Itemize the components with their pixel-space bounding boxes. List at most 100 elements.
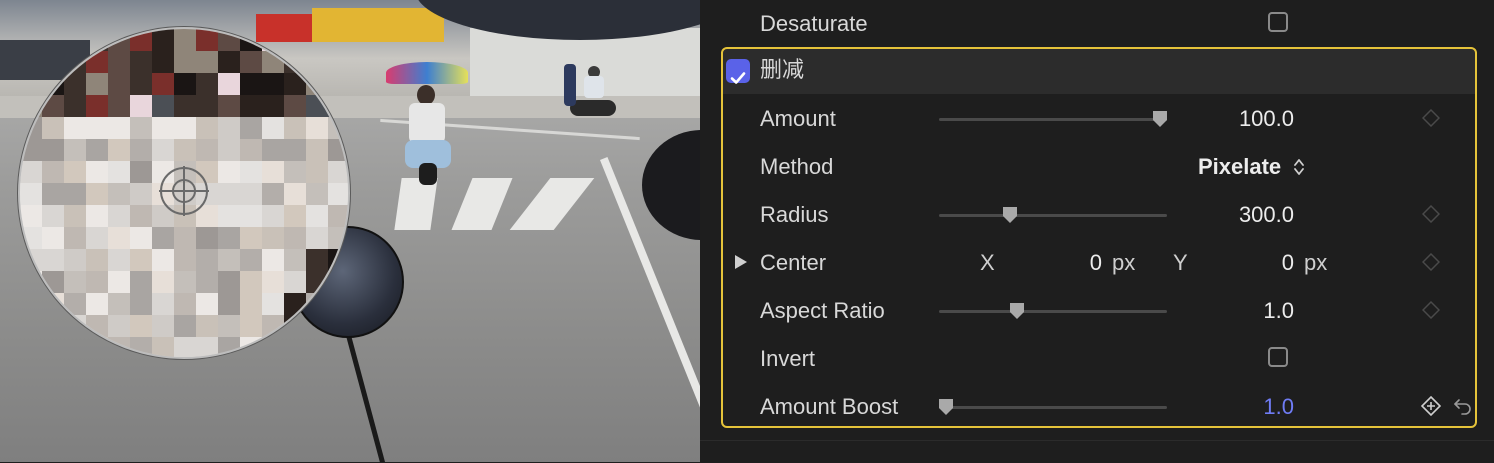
pixel-block bbox=[130, 51, 152, 73]
amount-slider-thumb[interactable] bbox=[1152, 110, 1168, 128]
pixel-block bbox=[240, 205, 262, 227]
center-x-value[interactable]: 0 bbox=[1060, 239, 1102, 287]
pixel-block bbox=[108, 293, 130, 315]
pixel-block bbox=[328, 73, 348, 95]
pixel-block bbox=[284, 117, 306, 139]
amount-row: Amount 100.0 bbox=[700, 95, 1494, 143]
pixel-block bbox=[108, 161, 130, 183]
aspect-ratio-slider-track[interactable] bbox=[939, 310, 1167, 313]
pixel-block bbox=[240, 315, 262, 337]
aspect-ratio-slider-thumb[interactable] bbox=[1009, 302, 1025, 320]
pixel-block bbox=[64, 337, 86, 357]
center-x-label: X bbox=[980, 250, 995, 275]
pixel-block bbox=[240, 227, 262, 249]
method-value: Pixelate bbox=[1198, 154, 1282, 179]
pixel-block bbox=[152, 117, 174, 139]
umbrella-canopy bbox=[386, 62, 468, 84]
pixel-block bbox=[86, 161, 108, 183]
diamond-icon[interactable] bbox=[1422, 253, 1440, 271]
pixel-block bbox=[86, 117, 108, 139]
pixel-block bbox=[218, 139, 240, 161]
pixel-block bbox=[152, 73, 174, 95]
aspect-ratio-value[interactable]: 1.0 bbox=[1174, 287, 1294, 335]
radius-value[interactable]: 300.0 bbox=[1174, 191, 1294, 239]
aspect-ratio-row: Aspect Ratio 1.0 bbox=[700, 287, 1494, 335]
pixel-block bbox=[262, 337, 284, 357]
pixel-block bbox=[130, 95, 152, 117]
pixel-block bbox=[174, 95, 196, 117]
radius-slider-track[interactable] bbox=[939, 214, 1167, 217]
amount-slider-track[interactable] bbox=[939, 118, 1167, 121]
aspect-ratio-label: Aspect Ratio bbox=[760, 298, 885, 323]
pixel-block bbox=[262, 29, 284, 51]
pixel-block bbox=[20, 95, 42, 117]
diamond-plus-icon[interactable] bbox=[1421, 396, 1441, 416]
desaturate-checkbox[interactable] bbox=[1268, 12, 1288, 32]
diamond-icon[interactable] bbox=[1422, 205, 1440, 223]
pixel-block bbox=[86, 51, 108, 73]
foreground-dark-object bbox=[642, 130, 700, 240]
pixel-block bbox=[20, 29, 42, 51]
video-viewer[interactable] bbox=[0, 0, 700, 462]
pixel-block bbox=[218, 315, 240, 337]
pixel-block bbox=[328, 249, 348, 271]
amount-boost-slider-track[interactable] bbox=[939, 406, 1167, 409]
pixel-block bbox=[130, 117, 152, 139]
pixel-block bbox=[284, 183, 306, 205]
pixel-block bbox=[20, 117, 42, 139]
pixel-block bbox=[86, 95, 108, 117]
pixel-block bbox=[174, 29, 196, 51]
pixel-block bbox=[152, 29, 174, 51]
pixel-block bbox=[152, 139, 174, 161]
pixel-block bbox=[130, 271, 152, 293]
amount-boost-value[interactable]: 1.0 bbox=[1174, 383, 1294, 431]
invert-checkbox[interactable] bbox=[1268, 347, 1288, 367]
pixel-block bbox=[86, 183, 108, 205]
pixel-block bbox=[328, 337, 348, 357]
pixel-block bbox=[218, 205, 240, 227]
amount-value[interactable]: 100.0 bbox=[1174, 95, 1294, 143]
amount-label: Amount bbox=[760, 106, 836, 131]
pixel-block bbox=[174, 337, 196, 357]
radius-slider-thumb[interactable] bbox=[1002, 206, 1018, 224]
pixel-block bbox=[152, 227, 174, 249]
crosshair-target-icon[interactable] bbox=[159, 166, 209, 216]
pixel-block bbox=[130, 249, 152, 271]
pixel-block bbox=[130, 337, 152, 357]
pixel-block bbox=[218, 117, 240, 139]
effect-enable-checkbox[interactable] bbox=[726, 59, 750, 84]
center-x-unit: px bbox=[1112, 250, 1136, 275]
diamond-icon[interactable] bbox=[1422, 301, 1440, 319]
pixel-block bbox=[218, 271, 240, 293]
pixel-block bbox=[86, 227, 108, 249]
pixel-block bbox=[240, 161, 262, 183]
pixel-block bbox=[130, 293, 152, 315]
pixel-block bbox=[196, 73, 218, 95]
pixel-block bbox=[306, 227, 328, 249]
pixel-block bbox=[306, 205, 328, 227]
reset-arrow-icon[interactable] bbox=[1453, 396, 1473, 416]
center-y-value[interactable]: 0 bbox=[1252, 239, 1294, 287]
pixelate-region[interactable] bbox=[18, 27, 350, 359]
pixel-block bbox=[196, 139, 218, 161]
pixel-block bbox=[284, 293, 306, 315]
pixel-block bbox=[218, 249, 240, 271]
pixel-block bbox=[108, 205, 130, 227]
radius-row: Radius 300.0 bbox=[700, 191, 1494, 239]
pixel-block bbox=[130, 227, 152, 249]
pixel-block bbox=[196, 117, 218, 139]
center-y-unit: px bbox=[1304, 250, 1328, 275]
pixel-block bbox=[174, 139, 196, 161]
pixel-block bbox=[262, 73, 284, 95]
pixel-block bbox=[328, 183, 348, 205]
amount-boost-slider-thumb[interactable] bbox=[938, 398, 954, 416]
pixel-block bbox=[42, 29, 64, 51]
method-popup[interactable]: Pixelate bbox=[1198, 143, 1305, 191]
diamond-icon[interactable] bbox=[1422, 109, 1440, 127]
pixel-block bbox=[20, 139, 42, 161]
pixel-block bbox=[108, 139, 130, 161]
pixel-block bbox=[64, 161, 86, 183]
pixel-block bbox=[328, 205, 348, 227]
pixel-block bbox=[240, 51, 262, 73]
disclosure-triangle-icon[interactable] bbox=[734, 254, 748, 270]
